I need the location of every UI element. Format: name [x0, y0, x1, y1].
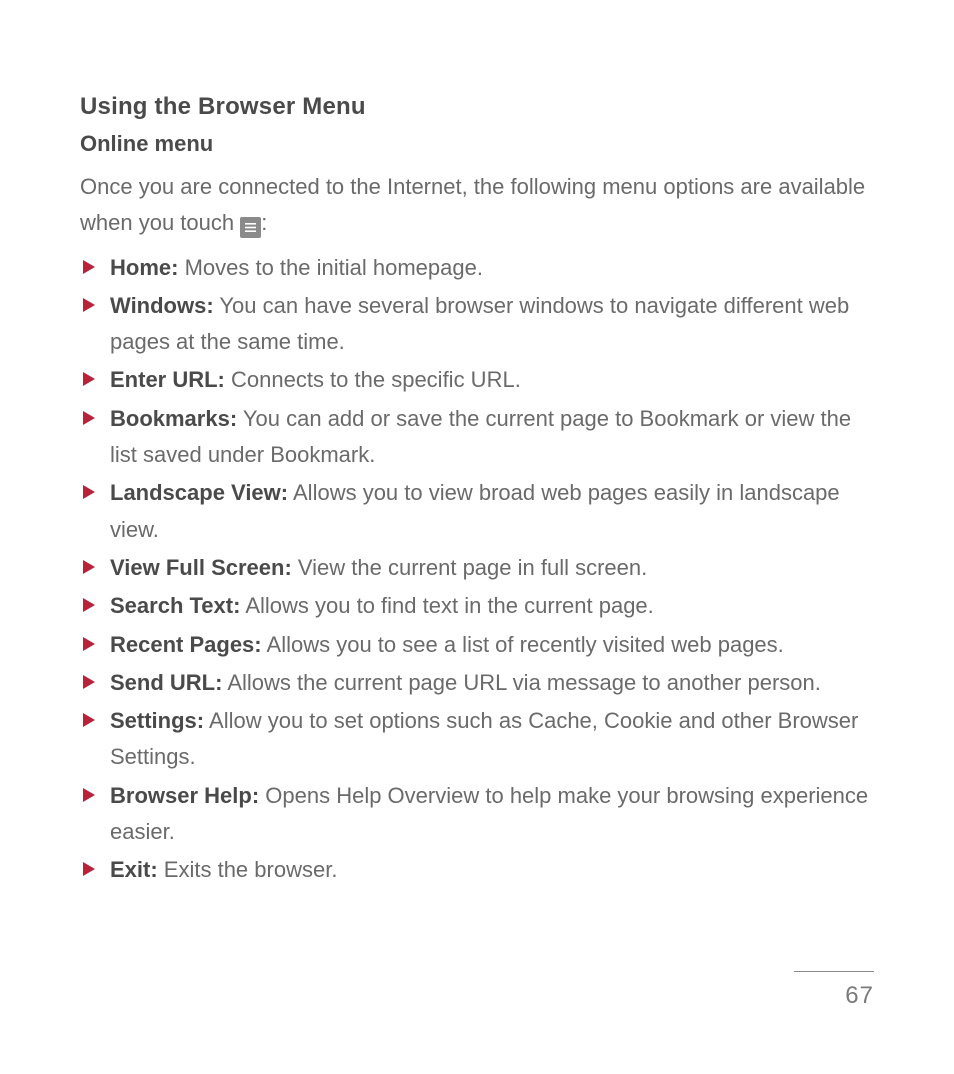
item-label: Recent Pages:: [110, 632, 262, 657]
triangle-bullet-icon: [83, 560, 95, 574]
item-label: Home:: [110, 255, 178, 280]
list-item: Search Text: Allows you to find text in …: [80, 588, 874, 624]
item-desc: Allows the current page URL via message …: [222, 670, 820, 695]
triangle-bullet-icon: [83, 298, 95, 312]
item-label: Windows:: [110, 293, 214, 318]
item-label: View Full Screen:: [110, 555, 292, 580]
triangle-bullet-icon: [83, 260, 95, 274]
manual-page: Using the Browser Menu Online menu Once …: [0, 0, 954, 1074]
item-desc: Allows you to see a list of recently vis…: [262, 632, 784, 657]
item-label: Browser Help:: [110, 783, 259, 808]
item-desc: You can have several browser windows to …: [110, 293, 849, 354]
triangle-bullet-icon: [83, 411, 95, 425]
page-footer: 67: [794, 971, 874, 1010]
triangle-bullet-icon: [83, 713, 95, 727]
list-item: Home: Moves to the initial homepage.: [80, 250, 874, 286]
list-item: View Full Screen: View the current page …: [80, 550, 874, 586]
item-label: Landscape View:: [110, 480, 288, 505]
section-title: Using the Browser Menu: [80, 93, 874, 121]
list-item: Exit: Exits the browser.: [80, 852, 874, 888]
list-item: Enter URL: Connects to the specific URL.: [80, 362, 874, 398]
list-item: Landscape View: Allows you to view broad…: [80, 475, 874, 548]
list-item: Browser Help: Opens Help Overview to hel…: [80, 778, 874, 851]
list-item: Recent Pages: Allows you to see a list o…: [80, 627, 874, 663]
triangle-bullet-icon: [83, 485, 95, 499]
item-label: Enter URL:: [110, 367, 225, 392]
item-label: Settings:: [110, 708, 204, 733]
triangle-bullet-icon: [83, 862, 95, 876]
triangle-bullet-icon: [83, 598, 95, 612]
triangle-bullet-icon: [83, 637, 95, 651]
item-desc: View the current page in full screen.: [292, 555, 647, 580]
item-desc: Allows you to find text in the current p…: [240, 593, 653, 618]
intro-paragraph: Once you are connected to the Internet, …: [80, 169, 874, 242]
item-desc: Connects to the specific URL.: [225, 367, 521, 392]
triangle-bullet-icon: [83, 675, 95, 689]
item-desc: Exits the browser.: [158, 857, 338, 882]
triangle-bullet-icon: [83, 372, 95, 386]
menu-option-list: Home: Moves to the initial homepage. Win…: [80, 250, 874, 889]
intro-text-a: Once you are connected to the Internet, …: [80, 174, 865, 235]
item-desc: Moves to the initial homepage.: [178, 255, 483, 280]
list-item: Send URL: Allows the current page URL vi…: [80, 665, 874, 701]
item-label: Search Text:: [110, 593, 240, 618]
triangle-bullet-icon: [83, 788, 95, 802]
list-item: Settings: Allow you to set options such …: [80, 703, 874, 776]
footer-rule: [794, 971, 874, 972]
page-number: 67: [794, 982, 874, 1010]
menu-icon: [240, 217, 261, 238]
section-subtitle: Online menu: [80, 131, 874, 157]
list-item: Windows: You can have several browser wi…: [80, 288, 874, 361]
item-label: Send URL:: [110, 670, 222, 695]
intro-text-b: :: [261, 210, 267, 235]
item-label: Exit:: [110, 857, 158, 882]
item-label: Bookmarks:: [110, 406, 237, 431]
list-item: Bookmarks: You can add or save the curre…: [80, 401, 874, 474]
item-desc: Allow you to set options such as Cache, …: [110, 708, 858, 769]
